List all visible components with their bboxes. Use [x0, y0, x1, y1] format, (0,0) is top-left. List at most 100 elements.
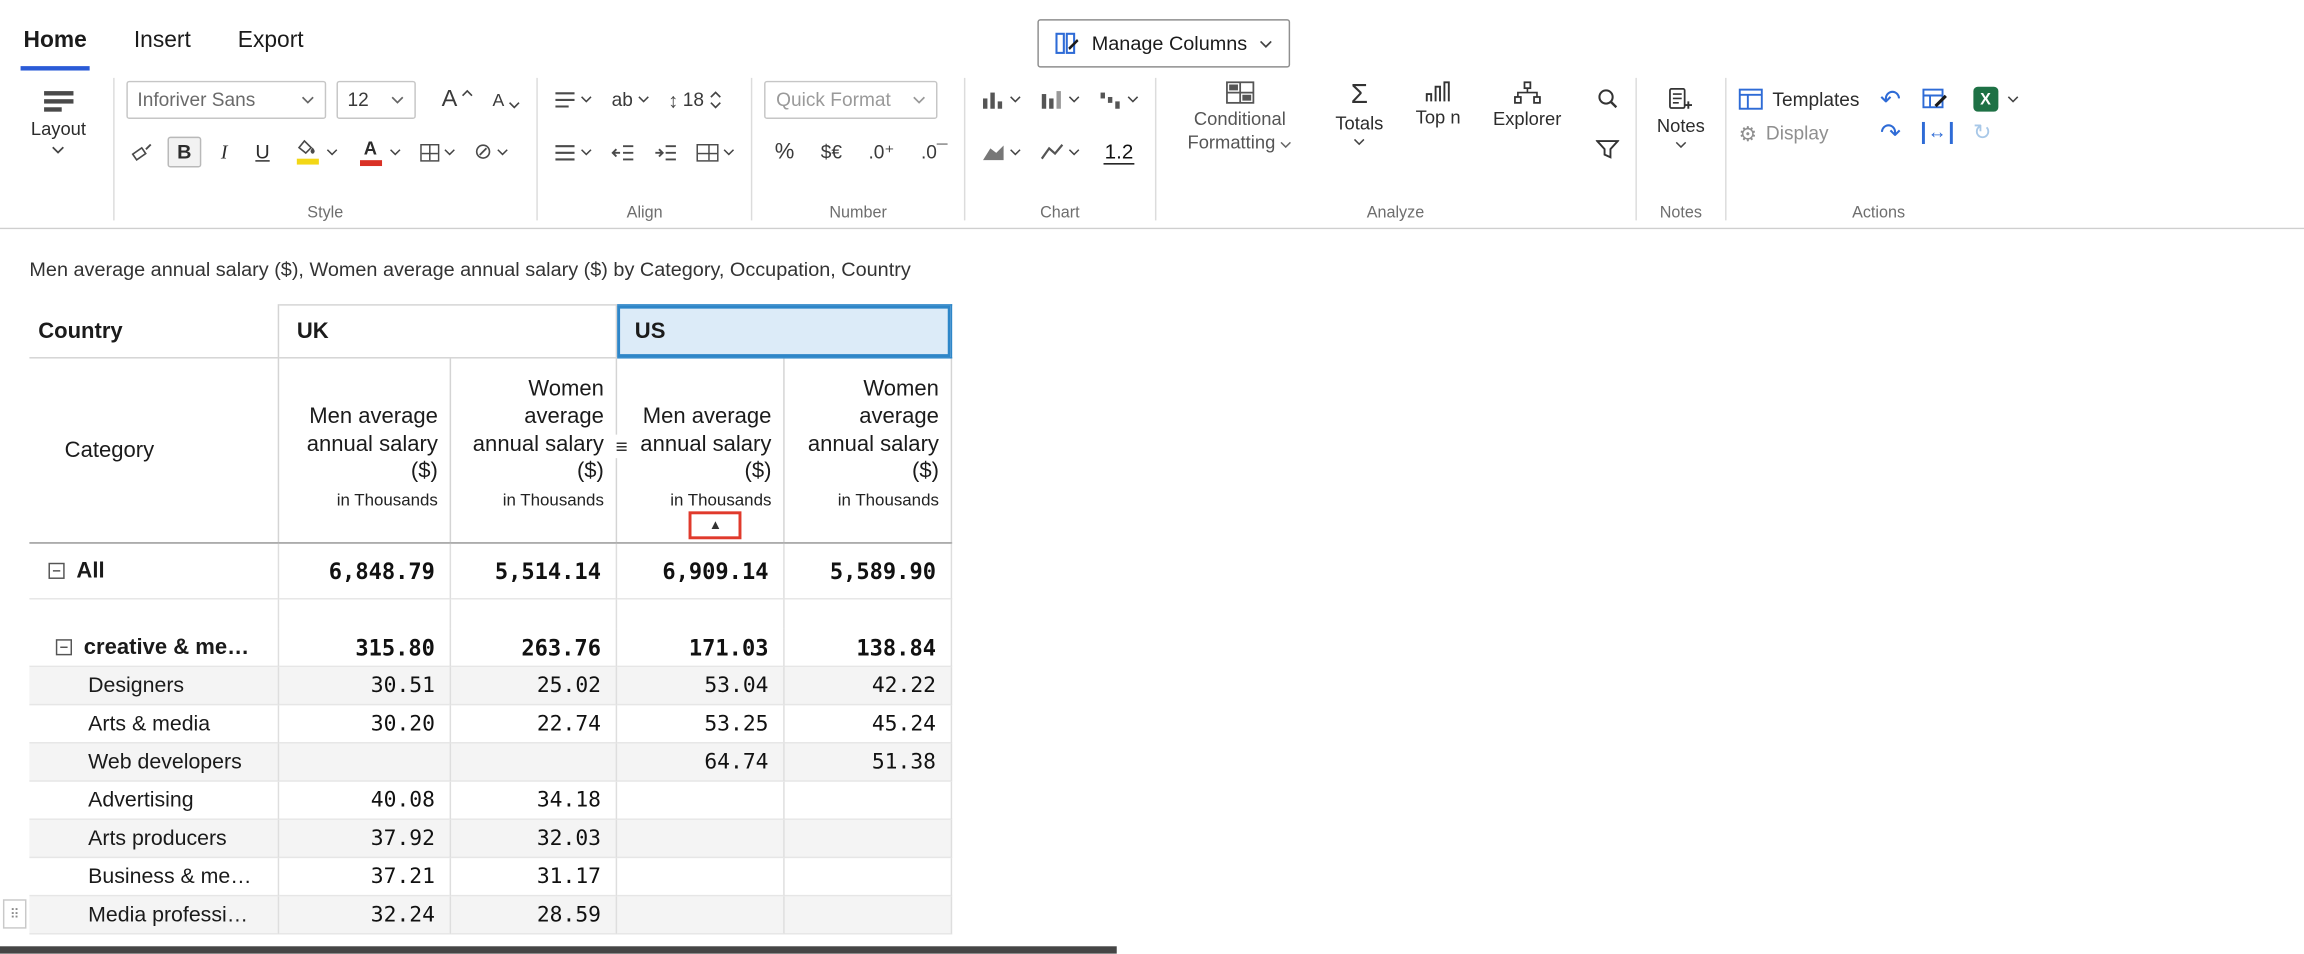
horizontal-scrollbar[interactable]: [0, 946, 1117, 953]
row-label[interactable]: Designers: [29, 667, 279, 705]
tab-insert[interactable]: Insert: [131, 13, 194, 70]
value-cell[interactable]: [617, 820, 785, 858]
tab-home[interactable]: Home: [21, 13, 90, 70]
autofit-columns-icon[interactable]: ↔: [1922, 122, 1953, 143]
value-cell[interactable]: 28.59: [451, 896, 617, 934]
value-cell[interactable]: [785, 820, 953, 858]
underline-button[interactable]: U: [247, 138, 279, 166]
increase-indent-button[interactable]: [650, 140, 682, 164]
edit-table-icon[interactable]: [1922, 87, 1948, 111]
decrease-indent-button[interactable]: [607, 140, 639, 164]
table-row[interactable]: All6,848.795,514.146,909.145,589.90: [29, 544, 952, 600]
row-label[interactable]: Arts & media: [29, 705, 279, 743]
decrease-decimal-button[interactable]: .0¯: [917, 138, 952, 166]
value-cell[interactable]: 30.51: [279, 667, 451, 705]
row-label[interactable]: Media professi…: [29, 896, 279, 934]
table-row[interactable]: Business & me…37.2131.17: [29, 858, 952, 896]
value-cell[interactable]: [617, 896, 785, 934]
value-cell[interactable]: 171.03: [617, 629, 785, 667]
bold-button[interactable]: B: [167, 137, 202, 168]
row-height-stepper[interactable]: [710, 90, 722, 108]
table-row[interactable]: Web developers 64.7451.38: [29, 744, 952, 782]
value-cell[interactable]: 263.76: [451, 629, 617, 667]
column-header-uk-women[interactable]: Women average annual salary ($) in Thous…: [451, 359, 617, 543]
row-label[interactable]: Advertising: [29, 782, 279, 820]
horizontal-align-button[interactable]: [550, 140, 597, 164]
country-header-uk[interactable]: UK: [279, 304, 617, 358]
increase-font-size-button[interactable]: A: [437, 83, 478, 115]
table-row[interactable]: Advertising40.0834.18: [29, 782, 952, 820]
text-transform-button[interactable]: ab: [607, 85, 653, 113]
line-chart-type-button[interactable]: [1036, 140, 1084, 165]
manage-columns-button[interactable]: Manage Columns: [1037, 19, 1289, 67]
country-header-us[interactable]: US: [617, 304, 952, 358]
explorer-button[interactable]: Explorer: [1484, 78, 1570, 129]
value-cell[interactable]: 32.24: [279, 896, 451, 934]
search-icon[interactable]: [1591, 84, 1623, 113]
chart-decimal-button[interactable]: 1.2: [1103, 140, 1135, 165]
borders-button[interactable]: [415, 140, 459, 164]
value-cell[interactable]: [617, 782, 785, 820]
value-cell[interactable]: [279, 744, 451, 782]
quick-format-combobox[interactable]: Quick Format: [764, 80, 937, 118]
redo-icon[interactable]: ↷: [1880, 120, 1901, 145]
vertical-align-button[interactable]: [550, 87, 597, 111]
top-n-button[interactable]: Top n: [1407, 78, 1470, 128]
value-cell[interactable]: [617, 858, 785, 896]
value-cell[interactable]: [785, 896, 953, 934]
area-chart-type-button[interactable]: [977, 140, 1025, 165]
value-cell[interactable]: 5,514.14: [451, 544, 617, 600]
sort-ascending-indicator[interactable]: ▲: [689, 511, 742, 539]
value-cell[interactable]: 5,589.90: [785, 544, 953, 600]
currency-format-button[interactable]: $€: [816, 138, 846, 166]
table-row[interactable]: Arts & media30.2022.7453.2545.24: [29, 705, 952, 743]
value-cell[interactable]: 53.04: [617, 667, 785, 705]
drag-handle-icon[interactable]: ⠿: [3, 899, 27, 928]
row-label[interactable]: Web developers: [29, 744, 279, 782]
value-cell[interactable]: 315.80: [279, 629, 451, 667]
table-row[interactable]: Media professi…32.2428.59: [29, 896, 952, 934]
font-name-combobox[interactable]: Inforiver Sans: [126, 80, 326, 118]
filter-icon[interactable]: [1591, 137, 1623, 163]
value-cell[interactable]: 32.03: [451, 820, 617, 858]
value-cell[interactable]: [451, 744, 617, 782]
row-height-control[interactable]: ↕ 18: [664, 85, 726, 113]
stacked-chart-type-button[interactable]: [1036, 86, 1084, 112]
conditional-formatting-button[interactable]: Conditional Formatting: [1168, 78, 1312, 155]
clear-formatting-button[interactable]: ⊘: [470, 138, 513, 166]
row-label[interactable]: Business & me…: [29, 858, 279, 896]
value-cell[interactable]: 37.21: [279, 858, 451, 896]
export-excel-button[interactable]: X: [1973, 87, 2019, 112]
column-header-uk-men[interactable]: Men average annual salary ($) in Thousan…: [279, 359, 451, 543]
value-cell[interactable]: 25.02: [451, 667, 617, 705]
table-row[interactable]: Designers30.5125.0253.0442.22: [29, 667, 952, 705]
row-label[interactable]: creative & me…: [29, 629, 279, 667]
decrease-font-size-button[interactable]: A: [488, 86, 525, 112]
bar-chart-type-button[interactable]: [977, 86, 1025, 112]
value-cell[interactable]: 37.92: [279, 820, 451, 858]
font-color-button[interactable]: A: [352, 134, 405, 169]
value-cell[interactable]: 30.20: [279, 705, 451, 743]
waterfall-chart-type-button[interactable]: [1094, 86, 1142, 112]
format-painter-button[interactable]: [126, 138, 157, 166]
refresh-icon[interactable]: ↻: [1973, 122, 2019, 144]
value-cell[interactable]: [785, 858, 953, 896]
value-cell[interactable]: 138.84: [785, 629, 953, 667]
increase-decimal-button[interactable]: .0⁺: [864, 137, 899, 166]
table-row[interactable]: creative & me…315.80263.76171.03138.84: [29, 629, 952, 667]
totals-button[interactable]: Σ Totals: [1327, 78, 1393, 146]
value-cell[interactable]: 40.08: [279, 782, 451, 820]
row-label[interactable]: All: [29, 544, 279, 600]
value-cell[interactable]: 22.74: [451, 705, 617, 743]
value-cell[interactable]: 34.18: [451, 782, 617, 820]
italic-button[interactable]: I: [212, 137, 236, 166]
column-header-us-men[interactable]: ≡ Men average annual salary ($) in Thous…: [617, 359, 785, 543]
collapse-icon[interactable]: [56, 639, 72, 655]
value-cell[interactable]: 6,848.79: [279, 544, 451, 600]
value-cell[interactable]: 51.38: [785, 744, 953, 782]
layout-button[interactable]: Layout: [16, 78, 101, 154]
value-cell[interactable]: 64.74: [617, 744, 785, 782]
font-size-combobox[interactable]: 12: [336, 80, 415, 118]
fill-color-button[interactable]: [289, 136, 342, 169]
column-menu-icon[interactable]: ≡: [614, 434, 629, 458]
